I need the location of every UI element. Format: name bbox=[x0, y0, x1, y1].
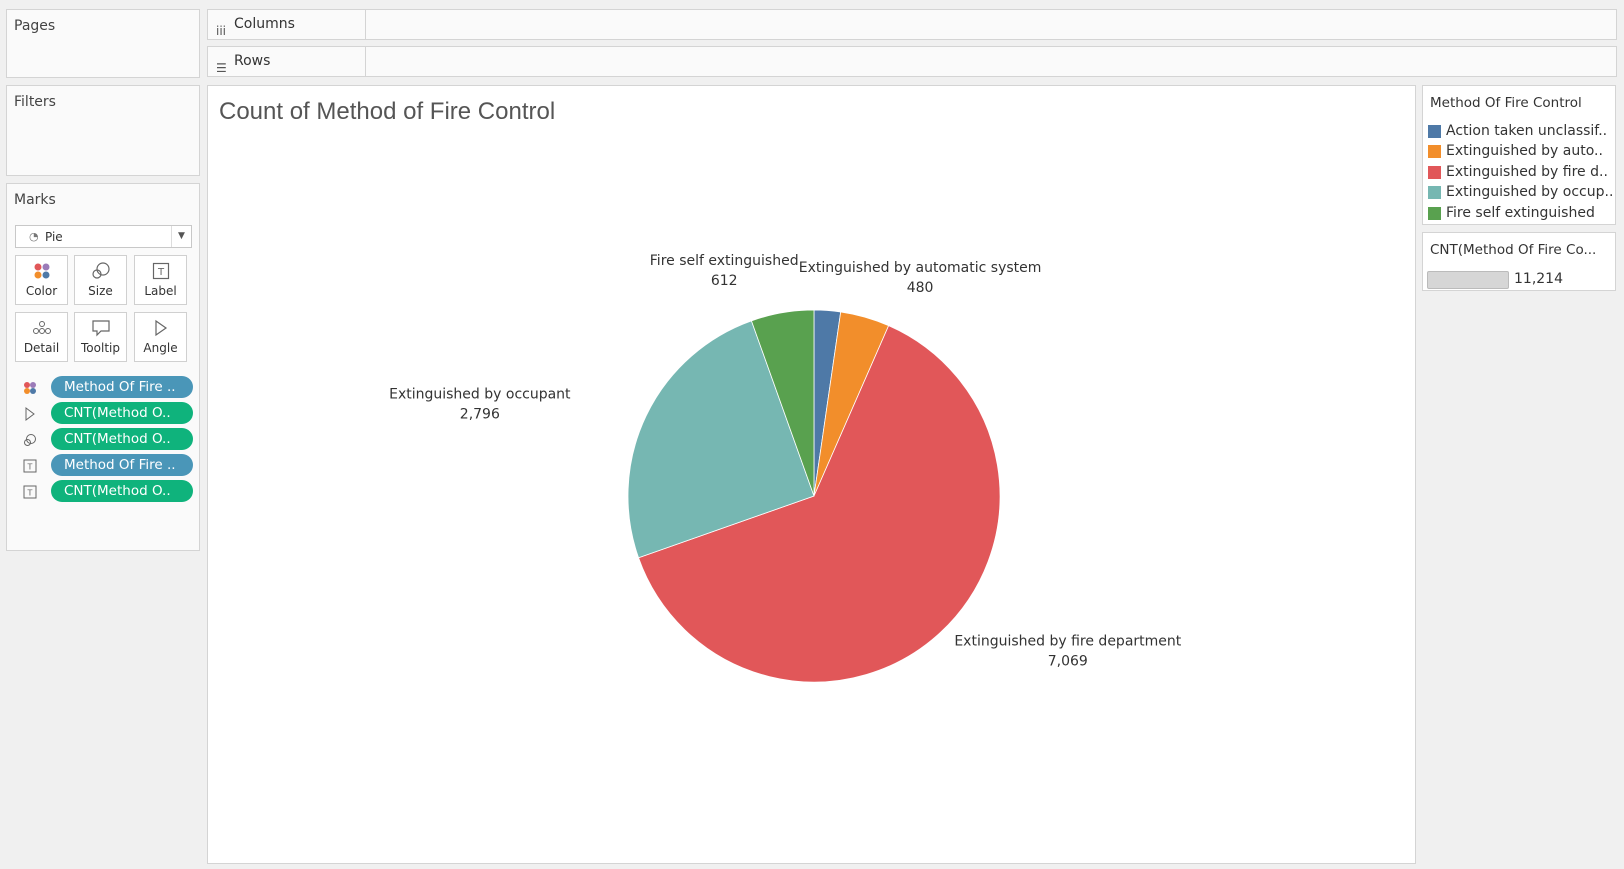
detail-icon bbox=[16, 313, 67, 341]
tooltip-button-label: Tooltip bbox=[81, 341, 120, 355]
legend-label: Extinguished by auto.. bbox=[1446, 143, 1603, 159]
columns-shelf[interactable]: iii Columns bbox=[207, 9, 1617, 40]
chevron-down-icon[interactable]: ▼ bbox=[171, 226, 191, 247]
mark-type-dropdown[interactable]: ◔ Pie ▼ bbox=[15, 225, 192, 248]
rows-shelf-header: ☰ Rows bbox=[208, 47, 366, 76]
marks-field-row: Method Of Fire .. bbox=[23, 376, 193, 398]
color-button-label: Color bbox=[25, 284, 58, 298]
slice-value-label: 480 bbox=[907, 280, 934, 296]
mark-type-label: Pie bbox=[45, 230, 63, 244]
angle-button-label: Angle bbox=[143, 341, 178, 355]
angle-field-pill[interactable]: CNT(Method O.. bbox=[51, 402, 193, 424]
color-field-pill[interactable]: Method Of Fire .. bbox=[51, 376, 193, 398]
tooltip-button[interactable]: Tooltip bbox=[74, 312, 127, 362]
marks-field-row: T CNT(Method O.. bbox=[23, 480, 193, 502]
legend-title: Method Of Fire Control bbox=[1430, 95, 1582, 111]
legend-label: Extinguished by fire d.. bbox=[1446, 164, 1608, 180]
columns-shelf-header: iii Columns bbox=[208, 10, 366, 39]
color-button[interactable]: Color bbox=[15, 255, 68, 305]
detail-button-label: Detail bbox=[23, 341, 60, 355]
size-field-pill[interactable]: CNT(Method O.. bbox=[51, 428, 193, 450]
legend-swatch bbox=[1428, 207, 1441, 220]
legend-item[interactable]: Extinguished by auto.. bbox=[1426, 143, 1612, 161]
rows-icon: ☰ bbox=[216, 61, 227, 75]
size-legend-title: CNT(Method Of Fire Co... bbox=[1430, 242, 1597, 258]
detail-button[interactable]: Detail bbox=[15, 312, 68, 362]
size-legend: CNT(Method Of Fire Co... 11,214 bbox=[1422, 232, 1616, 291]
slice-label: Extinguished by automatic system bbox=[799, 260, 1042, 276]
marks-title: Marks bbox=[14, 192, 56, 208]
filters-title: Filters bbox=[14, 94, 56, 110]
legend-label: Fire self extinguished bbox=[1446, 205, 1595, 221]
marks-card: Marks ◔ Pie ▼ Color Size T Label Detail … bbox=[6, 183, 200, 551]
size-icon bbox=[23, 432, 37, 446]
slice-value-label: 612 bbox=[711, 273, 738, 289]
size-button-label: Size bbox=[88, 284, 113, 298]
svg-text:T: T bbox=[27, 489, 33, 498]
color-legend: Method Of Fire Control Action taken uncl… bbox=[1422, 85, 1616, 225]
legend-swatch bbox=[1428, 186, 1441, 199]
marks-field-row: T Method Of Fire .. bbox=[23, 454, 193, 476]
label-field-pill[interactable]: Method Of Fire .. bbox=[51, 454, 193, 476]
size-icon bbox=[75, 256, 126, 284]
worksheet-view[interactable]: Count of Method of Fire Control Extingui… bbox=[207, 85, 1416, 864]
label-icon: T bbox=[23, 458, 37, 473]
legend-label: Extinguished by occup.. bbox=[1446, 184, 1612, 200]
marks-field-row: CNT(Method O.. bbox=[23, 402, 193, 424]
slice-label: Extinguished by fire department bbox=[954, 634, 1181, 650]
pages-shelf[interactable]: Pages bbox=[6, 9, 200, 78]
pie-chart[interactable]: Extinguished by automatic system 480 Extin… bbox=[208, 86, 1415, 863]
angle-button[interactable]: Angle bbox=[134, 312, 187, 362]
legend-item[interactable]: Extinguished by fire d.. bbox=[1426, 164, 1612, 182]
legend-swatch bbox=[1428, 145, 1441, 158]
label-measure-pill[interactable]: CNT(Method O.. bbox=[51, 480, 193, 502]
tooltip-icon bbox=[75, 313, 126, 341]
size-legend-bar bbox=[1427, 271, 1509, 289]
slice-value-label: 7,069 bbox=[1048, 654, 1088, 670]
label-button-label: Label bbox=[144, 284, 177, 298]
pie-icon: ◔ bbox=[29, 230, 39, 243]
columns-label: Columns bbox=[234, 16, 295, 32]
color-dots-icon bbox=[23, 380, 37, 394]
slice-label: Extinguished by occupant bbox=[389, 386, 571, 402]
label-icon: T bbox=[23, 484, 37, 499]
label-icon: T bbox=[135, 256, 186, 284]
size-button[interactable]: Size bbox=[74, 255, 127, 305]
angle-icon bbox=[135, 313, 186, 341]
label-button[interactable]: T Label bbox=[134, 255, 187, 305]
filters-shelf[interactable]: Filters bbox=[6, 85, 200, 176]
slice-label: Fire self extinguished bbox=[650, 253, 799, 269]
legend-item[interactable]: Extinguished by occup.. bbox=[1426, 184, 1612, 202]
svg-text:T: T bbox=[27, 463, 33, 472]
legend-item[interactable]: Action taken unclassif.. bbox=[1426, 123, 1612, 141]
slice-value-label: 2,796 bbox=[460, 406, 500, 422]
legend-label: Action taken unclassif.. bbox=[1446, 123, 1608, 139]
angle-icon bbox=[23, 406, 37, 421]
columns-icon: iii bbox=[216, 24, 227, 38]
pages-title: Pages bbox=[14, 18, 56, 34]
marks-field-row: CNT(Method O.. bbox=[23, 428, 193, 450]
svg-text:T: T bbox=[156, 267, 164, 278]
legend-item[interactable]: Fire self extinguished bbox=[1426, 205, 1612, 223]
size-legend-value: 11,214 bbox=[1514, 271, 1563, 287]
rows-shelf[interactable]: ☰ Rows bbox=[207, 46, 1617, 77]
legend-swatch bbox=[1428, 125, 1441, 138]
legend-swatch bbox=[1428, 166, 1441, 179]
rows-label: Rows bbox=[234, 53, 271, 69]
color-dots-icon bbox=[16, 256, 67, 284]
